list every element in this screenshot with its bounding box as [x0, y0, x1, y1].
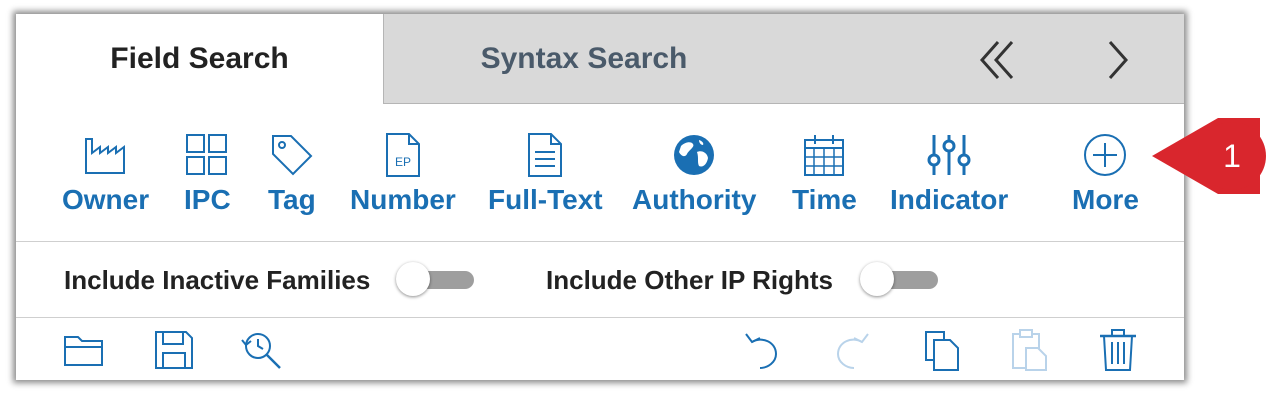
criteria-ipc[interactable]: IPC [184, 104, 231, 242]
factory-icon [82, 130, 130, 180]
globe-icon [671, 130, 717, 180]
criteria-number[interactable]: EP Number [350, 104, 456, 242]
tab-syntax-search[interactable]: Syntax Search [383, 14, 1184, 104]
criteria-full-text[interactable]: Full-Text [488, 104, 603, 242]
criteria-authority[interactable]: Authority [632, 104, 756, 242]
include-other-ip-rights-label: Include Other IP Rights [546, 264, 834, 295]
criteria-toolbar: Owner IPC Tag EP Number Full-Text Author… [16, 104, 1184, 242]
chevron-right-icon[interactable] [1094, 36, 1144, 84]
criteria-full-text-label: Full-Text [488, 184, 603, 215]
toggle-options: Include Inactive Families Include Other … [16, 242, 1184, 318]
redo-icon[interactable] [828, 326, 876, 374]
tag-icon [269, 130, 315, 180]
criteria-authority-label: Authority [632, 184, 757, 215]
include-other-ip-rights-toggle[interactable] [860, 262, 938, 296]
history-search-icon[interactable] [238, 326, 286, 374]
tab-field-search[interactable]: Field Search [16, 14, 383, 104]
criteria-number-label: Number [350, 184, 456, 215]
include-inactive-families-label: Include Inactive Families [64, 264, 371, 295]
open-folder-icon[interactable] [60, 326, 108, 374]
bottom-toolbar [16, 318, 1184, 380]
plus-circle-icon [1082, 130, 1128, 180]
criteria-time-label: Time [792, 184, 857, 215]
criteria-owner-label: Owner [62, 184, 150, 215]
paste-icon[interactable] [1006, 326, 1054, 374]
calendar-icon [802, 130, 846, 180]
double-chevron-left-icon[interactable] [974, 36, 1024, 84]
undo-icon[interactable] [738, 326, 786, 374]
tab-syntax-search-label: Syntax Search [480, 42, 688, 75]
sliders-icon [926, 130, 972, 180]
ep-badge-text: EP [395, 155, 411, 169]
callout-number: 1 [1223, 137, 1241, 174]
criteria-tag[interactable]: Tag [268, 104, 316, 242]
include-inactive-families-toggle[interactable] [396, 262, 474, 296]
criteria-more-label: More [1072, 184, 1139, 215]
document-ep-icon: EP [383, 130, 423, 180]
criteria-owner[interactable]: Owner [62, 104, 149, 242]
criteria-indicator-label: Indicator [890, 184, 1009, 215]
search-panel: Field Search Syntax Search Owner IPC Tag… [16, 14, 1184, 380]
criteria-more[interactable]: More [1072, 104, 1139, 242]
criteria-tag-label: Tag [268, 184, 316, 215]
trash-icon[interactable] [1094, 326, 1142, 374]
toggle-knob [860, 262, 894, 296]
criteria-ipc-label: IPC [184, 184, 231, 215]
document-text-icon [525, 130, 565, 180]
toggle-knob [396, 262, 430, 296]
copy-icon[interactable] [918, 326, 966, 374]
grid-icon [185, 130, 229, 180]
criteria-indicator[interactable]: Indicator [890, 104, 1008, 242]
search-tabs: Field Search Syntax Search [16, 14, 1184, 104]
save-icon[interactable] [150, 326, 198, 374]
criteria-time[interactable]: Time [792, 104, 857, 242]
